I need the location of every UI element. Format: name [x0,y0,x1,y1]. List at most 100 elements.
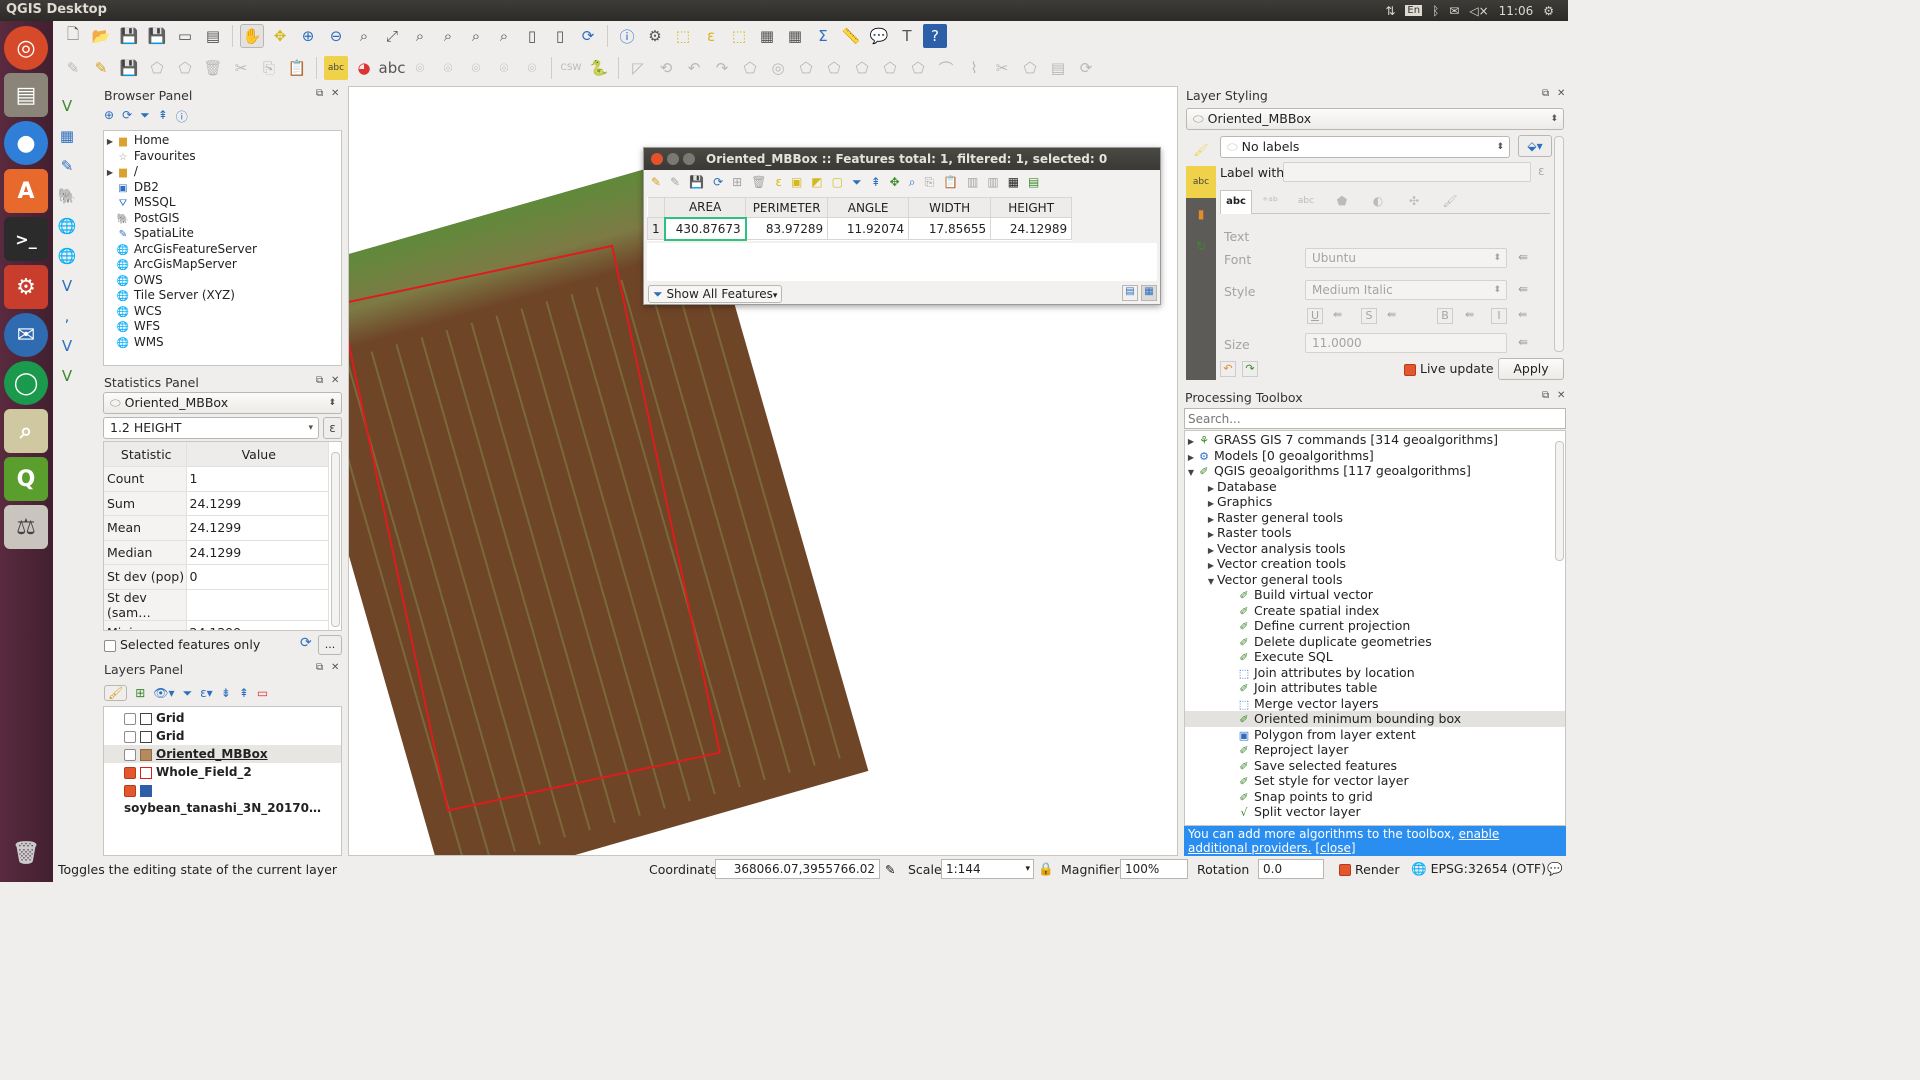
circle-app-icon[interactable]: ◯ [4,361,48,405]
browser-item[interactable]: ✎ SpatiaLite [104,226,341,242]
map-tips-icon[interactable]: 💬 [867,24,891,48]
bold-button[interactable]: B [1437,308,1453,324]
label-with-field[interactable] [1283,162,1531,182]
python-console-icon[interactable]: 🐍 [587,56,611,80]
algorithm-item[interactable]: ⬚ Join attributes by location [1185,665,1565,681]
column-header[interactable]: ANGLE [827,197,910,218]
select-by-expression-icon[interactable]: ε [699,24,723,48]
remove-layer-icon[interactable]: ▭ [257,686,268,700]
conditional-formatting-icon[interactable]: ▤ [1028,175,1039,189]
minimize-icon[interactable] [667,153,679,165]
add-part-icon[interactable]: ⬠ [794,56,818,80]
labels-mode-select[interactable]: ⬭ No labels ⬍ [1220,136,1510,158]
column-header[interactable]: HEIGHT [990,197,1073,218]
reload-icon[interactable]: ⟳ [713,175,723,189]
layer-item[interactable]: Grid [104,709,341,727]
deselect-all-icon[interactable]: ▢ [832,175,843,189]
form-view-icon[interactable]: ▤ [1122,285,1138,301]
provider-item[interactable]: ▶ ⚘ GRASS GIS 7 commands [314 geoalgorithm… [1185,432,1565,448]
filter-icon[interactable]: ⏷ [140,108,150,128]
strikeout-button[interactable]: S [1361,308,1377,324]
deselect-icon[interactable]: ⬚ [727,24,751,48]
browser-item[interactable]: 🌐 OWS [104,273,341,289]
selected-only-checkbox[interactable]: Selected features only [104,637,260,652]
new-shapefile-icon[interactable]: V [55,364,79,388]
lock-scale-icon[interactable]: 🔒 [1038,861,1054,877]
offset-curve-icon[interactable]: ⌒ [934,56,958,80]
add-vector-layer-icon[interactable]: V [55,94,79,118]
delete-part-icon[interactable]: ⬠ [878,56,902,80]
browser-item[interactable]: 🌐 Tile Server (XYZ) [104,288,341,304]
group-item[interactable]: ▶ Graphics [1185,494,1565,510]
algorithm-item-selected[interactable]: ✐ Oriented minimum bounding box [1185,711,1565,727]
browser-item[interactable]: ☆ Favourites [104,149,341,165]
pin-labels-icon[interactable]: abc [379,56,406,80]
copy-icon[interactable]: ⎘ [257,56,281,80]
layer-item[interactable]: Oriented_MBBox [104,745,341,763]
history-tab-icon[interactable]: ↻ [1186,230,1216,262]
identify-icon[interactable]: ⓘ [615,24,639,48]
fill-ring-icon[interactable]: ⬠ [822,56,846,80]
move-selection-top-icon[interactable]: ⇞ [871,175,881,189]
algorithm-item[interactable]: ✐ Create spatial index [1185,603,1565,619]
select-all-icon[interactable]: ▣ [791,175,802,189]
field-calculator-icon[interactable]: ▦ [1008,175,1019,189]
layers-float-button[interactable]: ⧉ [316,662,323,673]
algorithm-item[interactable]: ✐ Execute SQL [1185,649,1565,665]
mail-icon[interactable]: ✉ [1449,4,1459,18]
save-edits-icon[interactable]: 💾 [689,175,704,189]
font-select[interactable]: Ubuntu ⬍ [1305,248,1507,268]
zoom-full-icon[interactable]: ⤢ [380,24,404,48]
diagram-icon[interactable]: ◕ [352,56,376,80]
labels-style-button[interactable]: ⬙▾ [1518,135,1552,157]
notice-close-link[interactable]: [close] [1315,841,1355,855]
select-expression-icon[interactable]: ε [775,175,782,189]
delete-field-icon[interactable]: ▥ [987,175,998,189]
simplify-icon[interactable]: ⬠ [738,56,762,80]
browser-item[interactable]: ▶ ▆ Home [104,133,341,149]
group-item[interactable]: ▶ Raster general tools [1185,510,1565,526]
redo-icon[interactable]: ↷ [710,56,734,80]
add-delimited-text-icon[interactable]: , [55,304,79,328]
save-layer-edits-icon[interactable]: 💾 [117,56,141,80]
clock[interactable]: 11:06 [1499,4,1534,18]
group-item[interactable]: ▶ Vector creation tools [1185,556,1565,572]
layer-item[interactable]: Grid [104,727,341,745]
symbology-tab-icon[interactable]: 🖌 [1186,134,1216,166]
browser-item[interactable]: 🌐 WMS [104,335,341,351]
styling-float-button[interactable]: ⧉ [1542,88,1549,99]
toggle-editing-icon[interactable]: ✎ [89,56,113,80]
background-tab-icon[interactable]: ⬟ [1324,190,1360,213]
add-postgis-icon[interactable]: 🐘 [55,184,79,208]
volume-icon[interactable]: ◁× [1469,4,1488,18]
delete-ring-icon[interactable]: ⬠ [850,56,874,80]
redo-style-icon[interactable]: ↷ [1242,361,1258,377]
add-raster-layer-icon[interactable]: ▦ [55,124,79,148]
apply-button[interactable]: Apply [1498,358,1564,380]
new-print-composer-icon[interactable]: ▭ [173,24,197,48]
algorithm-item[interactable]: ✐ Set style for vector layer [1185,773,1565,789]
invert-selection-icon[interactable]: ◩ [811,175,822,189]
maximize-icon[interactable] [683,153,695,165]
current-edits-icon[interactable]: ✎ [61,56,85,80]
settings-icon[interactable]: ⚙ [4,265,48,309]
provider-item[interactable]: ▶ ⚙ Models [0 geoalgorithms] [1185,448,1565,464]
text-format-tab[interactable]: abc [1220,190,1252,214]
toggle-extents-icon[interactable]: ✎ [885,862,895,877]
collapse-all-icon[interactable]: ⇞ [158,108,168,128]
table-cell[interactable]: 83.97289 [745,217,829,240]
terminal-icon[interactable]: >_ [4,217,48,261]
browser-close-button[interactable]: ✕ [331,88,339,99]
open-attribute-table-icon[interactable]: ▦ [755,24,779,48]
provider-item[interactable]: ▼ ✐ QGIS geoalgorithms [117 geoalgorithms] [1185,463,1565,479]
layers-close-button[interactable]: ✕ [331,662,339,673]
stats-layer-select[interactable]: ⬭ Oriented_MBBox ⬍ [103,392,342,414]
browser-item[interactable]: ⛛ MSSQL [104,195,341,211]
rotate-feature-icon[interactable]: ⟲ [654,56,678,80]
table-cell[interactable]: 430.87673 [663,216,747,241]
composer-manager-icon[interactable]: ▤ [201,24,225,48]
new-bookmark-icon[interactable]: ▯ [520,24,544,48]
rotation-spinbox[interactable]: 0.0 [1258,859,1324,879]
qgis-icon[interactable]: Q [4,457,48,501]
delete-feature-icon[interactable]: 🗑 [751,175,766,189]
